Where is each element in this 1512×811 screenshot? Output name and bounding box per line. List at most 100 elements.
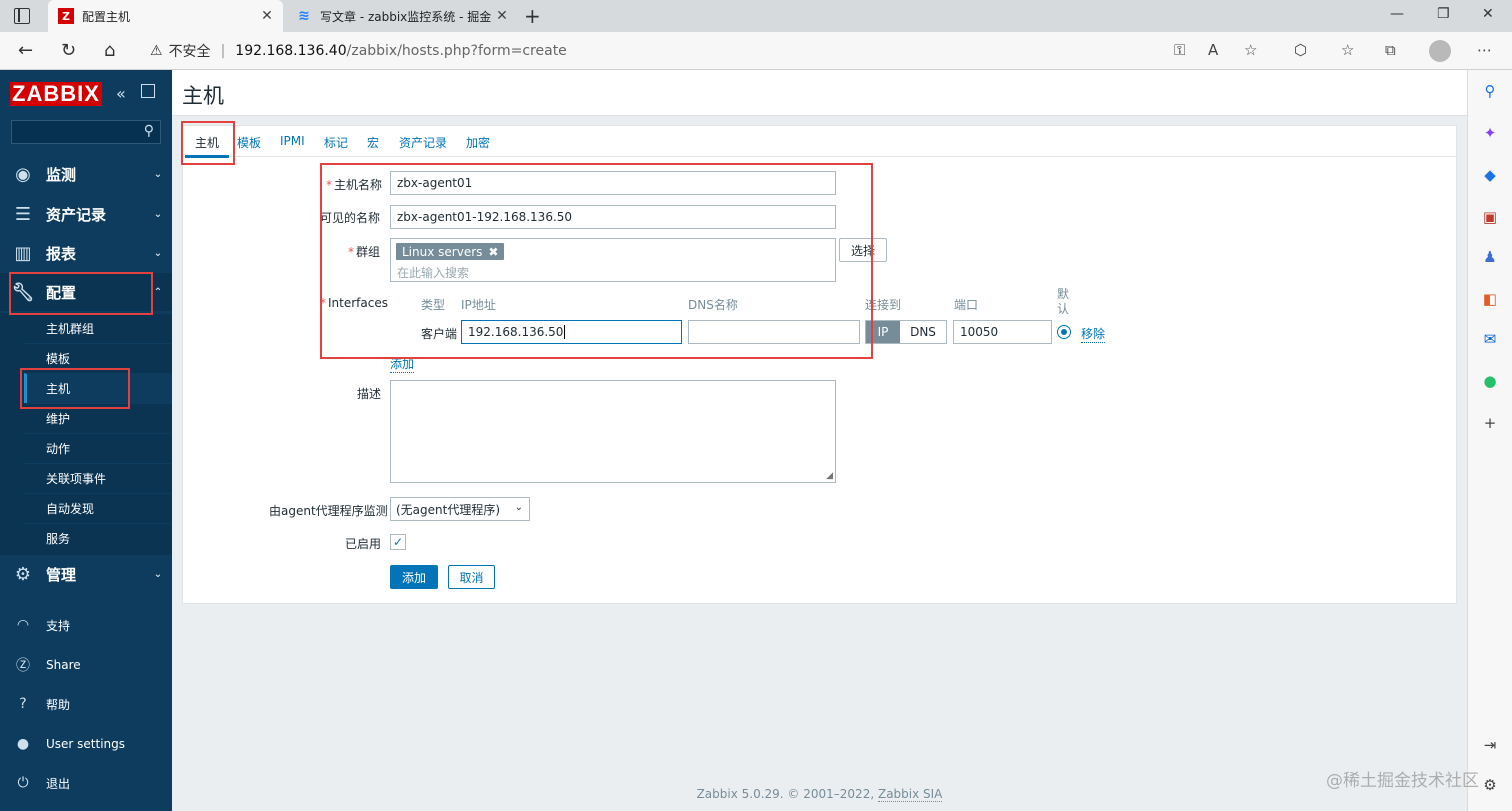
search-icon[interactable]: ⚲ bbox=[1480, 82, 1500, 102]
favorite-add-icon[interactable]: ☆ bbox=[1244, 41, 1257, 59]
submenu-hosts[interactable]: 主机 bbox=[24, 373, 172, 403]
read-aloud-icon[interactable]: A bbox=[1208, 41, 1218, 59]
kiosk-mode-icon[interactable] bbox=[141, 84, 155, 98]
menu-share[interactable]: Ⓩ Share bbox=[0, 647, 172, 683]
tab-tags[interactable]: 标记 bbox=[324, 134, 348, 151]
submenu-event-correlation[interactable]: 关联项事件 bbox=[24, 463, 172, 493]
menu-monitoring[interactable]: ◉ 监测 ⌄ bbox=[0, 155, 172, 193]
menu-help[interactable]: ? 帮助 bbox=[0, 686, 172, 722]
interface-dns-input[interactable] bbox=[688, 320, 860, 344]
menu-label: 管理 bbox=[46, 565, 77, 584]
home-icon[interactable]: ⌂ bbox=[104, 40, 115, 61]
settings-icon[interactable]: ⚙ bbox=[1480, 776, 1500, 796]
menu-reports[interactable]: ▥ 报表 ⌄ bbox=[0, 234, 172, 272]
cancel-button[interactable]: 取消 bbox=[448, 565, 495, 589]
zabbix-favicon-icon: Z bbox=[58, 8, 74, 24]
menu-label: 帮助 bbox=[46, 697, 71, 712]
toolbox-icon[interactable]: ▣ bbox=[1480, 208, 1500, 228]
tab-macros[interactable]: 宏 bbox=[367, 134, 379, 151]
menu-sign-out[interactable]: ⏻ 退出 bbox=[0, 765, 172, 801]
games-icon[interactable]: ♟ bbox=[1480, 248, 1500, 268]
add-icon[interactable]: + bbox=[1480, 414, 1500, 434]
window-close-icon[interactable]: ✕ bbox=[1482, 6, 1494, 22]
submenu-actions[interactable]: 动作 bbox=[24, 433, 172, 463]
close-tab-icon[interactable]: ✕ bbox=[492, 8, 512, 24]
tab-encryption[interactable]: 加密 bbox=[466, 134, 490, 151]
sidebar-search-input[interactable]: ⚲ bbox=[11, 120, 161, 144]
extensions-icon[interactable]: ⬡ bbox=[1294, 41, 1307, 59]
chevron-down-icon: ⌄ bbox=[153, 247, 163, 259]
favorites-icon[interactable]: ☆ bbox=[1341, 41, 1354, 59]
visible-name-input[interactable]: zbx-agent01-192.168.136.50 bbox=[390, 205, 836, 229]
connect-ip-button[interactable]: IP bbox=[866, 321, 900, 343]
chevron-down-icon: ⌄ bbox=[153, 208, 163, 220]
add-interface-link[interactable]: 添加 bbox=[390, 355, 415, 373]
tab-inventory[interactable]: 资产记录 bbox=[399, 134, 447, 151]
help-icon: ? bbox=[19, 696, 27, 712]
tab-actions-icon[interactable] bbox=[14, 8, 30, 24]
close-tab-icon[interactable]: ✕ bbox=[257, 8, 277, 24]
copilot-icon[interactable]: ✦ bbox=[1480, 124, 1500, 144]
submenu-maintenance[interactable]: 维护 bbox=[24, 403, 172, 433]
minimize-icon[interactable]: — bbox=[1390, 6, 1404, 22]
groups-multiselect[interactable]: Linux servers ✖ 在此输入搜索 bbox=[390, 238, 836, 282]
menu-support[interactable]: ◠ 支持 bbox=[0, 607, 172, 643]
eye-icon: ◉ bbox=[15, 163, 31, 185]
profile-avatar[interactable] bbox=[1429, 40, 1451, 62]
tab-title: 配置主机 bbox=[82, 9, 131, 24]
tab-ipmi[interactable]: IPMI bbox=[280, 134, 305, 148]
connect-dns-button[interactable]: DNS bbox=[900, 321, 946, 343]
description-textarea[interactable]: ◢ bbox=[390, 380, 836, 483]
more-icon[interactable]: ⋯ bbox=[1477, 41, 1492, 59]
select-groups-button[interactable]: 选择 bbox=[839, 238, 887, 262]
group-tag: Linux servers ✖ bbox=[396, 243, 505, 260]
page-header: 主机 bbox=[172, 70, 1467, 116]
footer-link[interactable]: Zabbix SIA bbox=[877, 787, 943, 802]
restore-icon[interactable]: ❐ bbox=[1437, 6, 1450, 22]
interface-ip-input[interactable]: 192.168.136.50 bbox=[461, 320, 682, 344]
default-interface-radio[interactable] bbox=[1057, 325, 1071, 339]
remove-interface-link[interactable]: 移除 bbox=[1081, 325, 1106, 343]
whatsapp-icon[interactable]: ● bbox=[1480, 372, 1500, 392]
address-bar: ← ↻ ⌂ ⚠ 不安全 | 192.168.136.40 /zabbix/hos… bbox=[0, 32, 1512, 70]
zabbix-logo[interactable]: ZABBIX bbox=[10, 82, 102, 106]
menu-administration[interactable]: ⚙ 管理 ⌄ bbox=[0, 555, 172, 593]
key-icon[interactable]: ⚿ bbox=[1174, 41, 1185, 59]
menu-label: 支持 bbox=[46, 618, 71, 633]
tab-host[interactable]: 主机 bbox=[184, 134, 230, 158]
add-button[interactable]: 添加 bbox=[390, 565, 438, 589]
menu-user-settings[interactable]: ● User settings bbox=[0, 726, 172, 762]
search-icon[interactable]: ⚲ bbox=[144, 123, 154, 139]
proxy-select[interactable]: (无agent代理程序) ⌄ bbox=[390, 497, 530, 521]
hide-sidebar-icon[interactable]: ⇥ bbox=[1480, 736, 1500, 756]
tag-icon[interactable]: ◆ bbox=[1480, 166, 1500, 186]
remove-tag-icon[interactable]: ✖ bbox=[488, 245, 498, 259]
url-field[interactable]: ⚠ 不安全 | 192.168.136.40 /zabbix/hosts.php… bbox=[150, 37, 1280, 65]
description-label: 描述 bbox=[357, 387, 382, 401]
gear-icon: ⚙ bbox=[14, 563, 32, 585]
browser-tab-inactive[interactable]: ≋ 写文章 - zabbix监控系统 - 掘金 ✕ bbox=[286, 0, 518, 32]
collections-icon[interactable]: ⧉ bbox=[1385, 41, 1396, 59]
host-name-input[interactable]: zbx-agent01 bbox=[390, 171, 836, 195]
enabled-checkbox[interactable]: ✓ bbox=[390, 534, 406, 550]
outlook-icon[interactable]: ✉ bbox=[1480, 330, 1500, 350]
submenu-templates[interactable]: 模板 bbox=[24, 343, 172, 373]
new-tab-icon[interactable]: + bbox=[524, 4, 541, 28]
menu-configuration[interactable]: 🔧︎ 配置 ⌃ bbox=[0, 273, 172, 311]
form-tabs: 主机 模板 IPMI 标记 宏 资产记录 加密 bbox=[183, 126, 1456, 158]
refresh-icon[interactable]: ↻ bbox=[61, 40, 76, 61]
office-icon[interactable]: ◧ bbox=[1480, 290, 1500, 310]
back-icon[interactable]: ← bbox=[18, 40, 33, 61]
share-icon: Ⓩ bbox=[16, 658, 30, 674]
resize-grip-icon[interactable]: ◢ bbox=[826, 471, 833, 481]
menu-inventory[interactable]: ☰ 资产记录 ⌄ bbox=[0, 195, 172, 233]
tab-templates[interactable]: 模板 bbox=[237, 134, 261, 151]
submenu-services[interactable]: 服务 bbox=[24, 523, 172, 553]
interface-port-input[interactable]: 10050 bbox=[953, 320, 1052, 344]
browser-tab-active[interactable]: Z 配置主机 ✕ bbox=[48, 0, 283, 32]
submenu-discovery[interactable]: 自动发现 bbox=[24, 493, 172, 523]
collapse-sidebar-icon[interactable]: « bbox=[116, 84, 126, 103]
submenu-host-groups[interactable]: 主机群组 bbox=[24, 313, 172, 343]
tab-title: 写文章 - zabbix监控系统 - 掘金 bbox=[320, 9, 492, 24]
host-form: 主机 模板 IPMI 标记 宏 资产记录 加密 bbox=[182, 125, 1457, 604]
